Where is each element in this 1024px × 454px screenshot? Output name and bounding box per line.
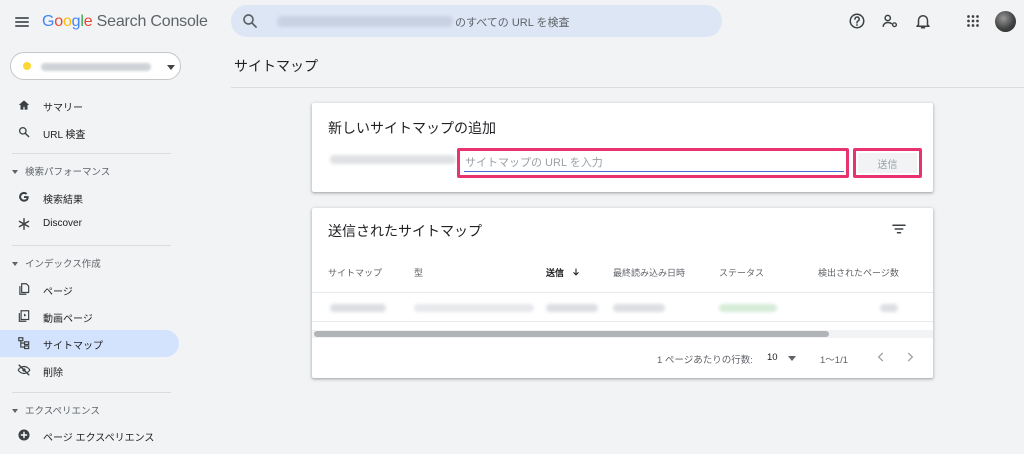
section-header-indexing[interactable]: インデックス作成 xyxy=(12,256,101,270)
column-header-submitted[interactable]: 送信 xyxy=(546,266,581,279)
rows-per-page-label: 1 ページあたりの行数: xyxy=(657,355,753,366)
filter-icon[interactable] xyxy=(890,220,908,238)
video-page-icon xyxy=(18,310,30,322)
removal-icon xyxy=(17,364,31,376)
submit-button[interactable]: 送信 xyxy=(858,153,917,173)
sidebar-divider xyxy=(12,245,171,246)
logo-letter: G xyxy=(42,13,55,30)
sidebar-item-label: サマリー xyxy=(43,103,83,114)
table-row[interactable] xyxy=(312,292,933,322)
add-sitemap-card: 新しいサイトマップの追加 送信 xyxy=(312,103,933,192)
search-placeholder: のすべての URL を検査 xyxy=(455,17,570,29)
apps-grid-icon[interactable] xyxy=(964,12,982,30)
hamburger-menu-icon[interactable] xyxy=(12,12,32,32)
dropdown-caret-icon xyxy=(167,65,175,70)
redacted-url-prefix xyxy=(330,155,456,164)
search-icon xyxy=(243,14,257,28)
previous-page-icon[interactable] xyxy=(874,350,888,364)
logo-product-name: Search Console xyxy=(92,13,208,30)
sitemap-url-input[interactable] xyxy=(464,155,844,172)
search-icon xyxy=(18,126,30,138)
notifications-bell-icon[interactable] xyxy=(914,12,932,30)
redacted-cell xyxy=(330,304,386,312)
sidebar-item-page-experience[interactable]: ページ エクスペリエンス xyxy=(0,422,179,449)
help-icon[interactable] xyxy=(848,12,866,30)
redacted-cell xyxy=(546,304,598,312)
sidebar-item-summary[interactable]: サマリー xyxy=(0,92,179,119)
sidebar-item-url-inspection[interactable]: URL 検査 xyxy=(0,119,179,146)
home-icon xyxy=(18,100,30,110)
column-header-type[interactable]: 型 xyxy=(414,266,423,279)
submitted-sitemaps-title: 送信されたサイトマップ xyxy=(328,223,482,239)
product-logo[interactable]: Google Search Console xyxy=(42,13,208,31)
sidebar-item-label: サイトマップ xyxy=(43,341,103,352)
rows-per-page-caret-icon[interactable] xyxy=(788,356,796,361)
horizontal-scrollbar[interactable] xyxy=(312,330,933,338)
submit-highlight: 送信 xyxy=(853,148,922,178)
section-header-experience[interactable]: エクスペリエンス xyxy=(12,403,100,417)
submitted-sitemaps-card: 送信されたサイトマップ サイトマップ 型 送信 最終読み込み日時 ステータス 検… xyxy=(312,208,933,378)
next-page-icon[interactable] xyxy=(903,350,917,364)
add-sitemap-title: 新しいサイトマップの追加 xyxy=(328,120,496,136)
scrollbar-thumb[interactable] xyxy=(314,331,829,337)
logo-letter: o xyxy=(54,13,63,30)
logo-letter: o xyxy=(62,13,72,30)
redacted-property-name xyxy=(41,63,151,71)
url-inspection-search[interactable]: のすべての URL を検査 xyxy=(231,5,722,37)
plus-circle-icon xyxy=(18,429,30,441)
sidebar-item-label: 検索結果 xyxy=(43,195,83,206)
sidebar-item-label: Discover xyxy=(43,218,82,229)
top-bar: Google Search Console のすべての URL を検査 xyxy=(0,0,1024,44)
user-settings-icon[interactable] xyxy=(881,12,899,30)
sidebar-item-video-pages[interactable]: 動画ページ xyxy=(0,303,179,330)
pages-icon xyxy=(19,283,30,295)
redacted-status-cell xyxy=(719,304,777,312)
asterisk-icon xyxy=(18,218,30,230)
sidebar-item-label: ページ xyxy=(43,287,73,298)
page-title: サイトマップ xyxy=(234,58,318,74)
section-label: 検索パフォーマンス xyxy=(25,167,111,178)
section-header-performance[interactable]: 検索パフォーマンス xyxy=(12,164,110,178)
account-avatar[interactable] xyxy=(995,11,1016,32)
column-header-discovered-pages[interactable]: 検出されたページ数 xyxy=(818,266,899,279)
sort-descending-arrow-icon xyxy=(572,268,579,276)
google-g-icon xyxy=(19,191,29,202)
sidebar-item-label: 動画ページ xyxy=(43,314,93,325)
collapse-caret-icon xyxy=(12,262,18,267)
collapse-caret-icon xyxy=(12,409,18,414)
column-header-status[interactable]: ステータス xyxy=(719,266,764,279)
sidebar-divider xyxy=(12,392,171,393)
sidebar-item-label: URL 検査 xyxy=(43,130,86,141)
sidebar-divider xyxy=(12,153,171,154)
column-header-last-read[interactable]: 最終読み込み日時 xyxy=(613,266,685,279)
title-divider xyxy=(231,87,1024,88)
column-header-label: 送信 xyxy=(546,268,565,278)
rows-per-page-select[interactable]: 10 xyxy=(767,352,778,363)
sidebar-item-label: 削除 xyxy=(43,368,63,379)
sitemap-url-highlight xyxy=(457,148,849,178)
sidebar-item-discover[interactable]: Discover xyxy=(0,211,179,238)
column-header-sitemap[interactable]: サイトマップ xyxy=(328,266,382,279)
sidebar-item-label: ページ エクスペリエンス xyxy=(43,433,155,444)
section-label: インデックス作成 xyxy=(25,259,101,270)
sidebar-item-removals[interactable]: 削除 xyxy=(0,357,179,384)
redacted-cell xyxy=(414,304,534,312)
property-selector[interactable] xyxy=(10,52,181,80)
sidebar-item-sitemaps[interactable]: サイトマップ xyxy=(0,330,179,357)
pagination-range: 1〜1/1 xyxy=(820,355,848,366)
sitemap-icon xyxy=(18,337,30,350)
redacted-cell xyxy=(613,304,665,312)
collapse-caret-icon xyxy=(12,170,18,175)
sidebar-item-pages[interactable]: ページ xyxy=(0,276,179,303)
section-label: エクスペリエンス xyxy=(25,406,100,417)
redacted-property-url xyxy=(277,16,453,27)
sidebar-item-search-results[interactable]: 検索結果 xyxy=(0,184,179,211)
property-status-dot xyxy=(23,62,31,70)
redacted-cell xyxy=(880,304,898,312)
